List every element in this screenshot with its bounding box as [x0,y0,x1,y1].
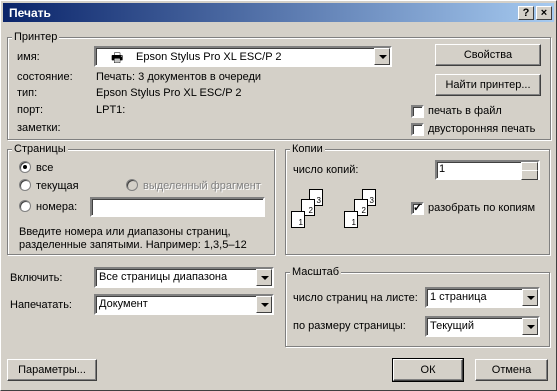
pages-current-radio[interactable] [19,179,31,191]
copies-count-input[interactable]: 1 [435,160,540,180]
scale-to-paper-select[interactable]: Текущий [425,316,540,337]
duplex-checkbox[interactable] [411,123,424,136]
include-select[interactable]: Все страницы диапазона [94,267,274,288]
pages-current-label: текущая [36,180,79,192]
chevron-down-icon[interactable] [522,289,538,306]
copies-count-label: число копий: [293,164,359,176]
scale-to-paper-label: по размеру страницы: [293,320,406,332]
pages-selection-label: выделенный фрагмент [143,180,261,192]
pages-hint-line1: Введите номера или диапазоны страниц, [19,226,231,238]
include-label: Включить: [10,272,63,284]
printer-type-label: тип: [17,87,38,99]
printer-name-value: Epson Stylus Pro XL ESC/P 2 [136,51,282,63]
pages-all-label: все [36,162,54,174]
ok-button[interactable]: ОК [392,358,464,382]
printer-icon: 🖶 [111,50,124,65]
duplex-label: двусторонняя печать [428,123,536,135]
chevron-down-icon[interactable] [374,48,390,65]
window-title: Печать [9,6,51,20]
scale-to-paper-value: Текущий [430,320,474,332]
include-value: Все страницы диапазона [99,271,228,283]
cancel-button[interactable]: Отмена [475,359,548,381]
chevron-down-icon[interactable] [256,296,272,313]
pages-per-sheet-value: 1 страница [430,291,487,303]
pages-group-label: Страницы [12,143,68,155]
options-button[interactable]: Параметры... [7,359,97,381]
print-what-select[interactable]: Документ [94,294,274,315]
title-bar[interactable]: Печать ? × [3,3,554,22]
collated-pages-icon: 3 2 1 [344,189,394,241]
find-printer-button[interactable]: Найти принтер... [435,74,541,96]
printer-status-label: состояние: [17,71,73,83]
pages-selection-radio[interactable] [126,179,138,191]
printer-group-label: Принтер [12,31,60,43]
uncollated-pages-icon: 3 2 1 [291,189,341,241]
pages-numbers-label: номера: [36,201,78,213]
printer-status-value: Печать: 3 документов в очереди [96,71,262,83]
properties-button[interactable]: Свойства [435,44,541,66]
page-range-input[interactable] [90,197,265,217]
spin-down-icon[interactable] [521,170,538,180]
collate-label: разобрать по копиям [428,202,536,214]
print-dialog: Печать ? × Принтер имя: 🖶 Epson Stylus P… [0,0,557,391]
print-to-file-checkbox[interactable] [411,105,424,118]
zoom-group-label: Масштаб [290,266,342,278]
copies-count-value: 1 [439,163,446,175]
pages-all-radio[interactable] [19,161,31,173]
pages-numbers-radio[interactable] [19,200,31,212]
printer-type-value: Epson Stylus Pro XL ESC/P 2 [96,87,242,99]
pages-per-sheet-label: число страниц на листе: [293,292,418,304]
printer-notes-label: заметки: [17,122,61,134]
help-button[interactable]: ? [518,6,534,20]
copies-group-label: Копии [290,143,325,155]
printer-port-value: LPT1: [96,104,126,116]
collate-checkbox[interactable] [411,201,424,215]
print-to-file-label: печать в файл [428,105,502,117]
printer-name-label: имя: [17,51,40,63]
chevron-down-icon[interactable] [522,318,538,335]
pages-per-sheet-select[interactable]: 1 страница [425,287,540,308]
print-what-label: Напечатать: [10,299,72,311]
close-button[interactable]: × [536,6,552,20]
print-what-value: Документ [99,298,148,310]
chevron-down-icon[interactable] [256,269,272,286]
pages-hint-line2: разделенные запятыми. Например: 1,3,5–12 [19,239,247,251]
printer-port-label: порт: [17,104,44,116]
printer-name-select[interactable]: 🖶 Epson Stylus Pro XL ESC/P 2 [94,46,392,67]
